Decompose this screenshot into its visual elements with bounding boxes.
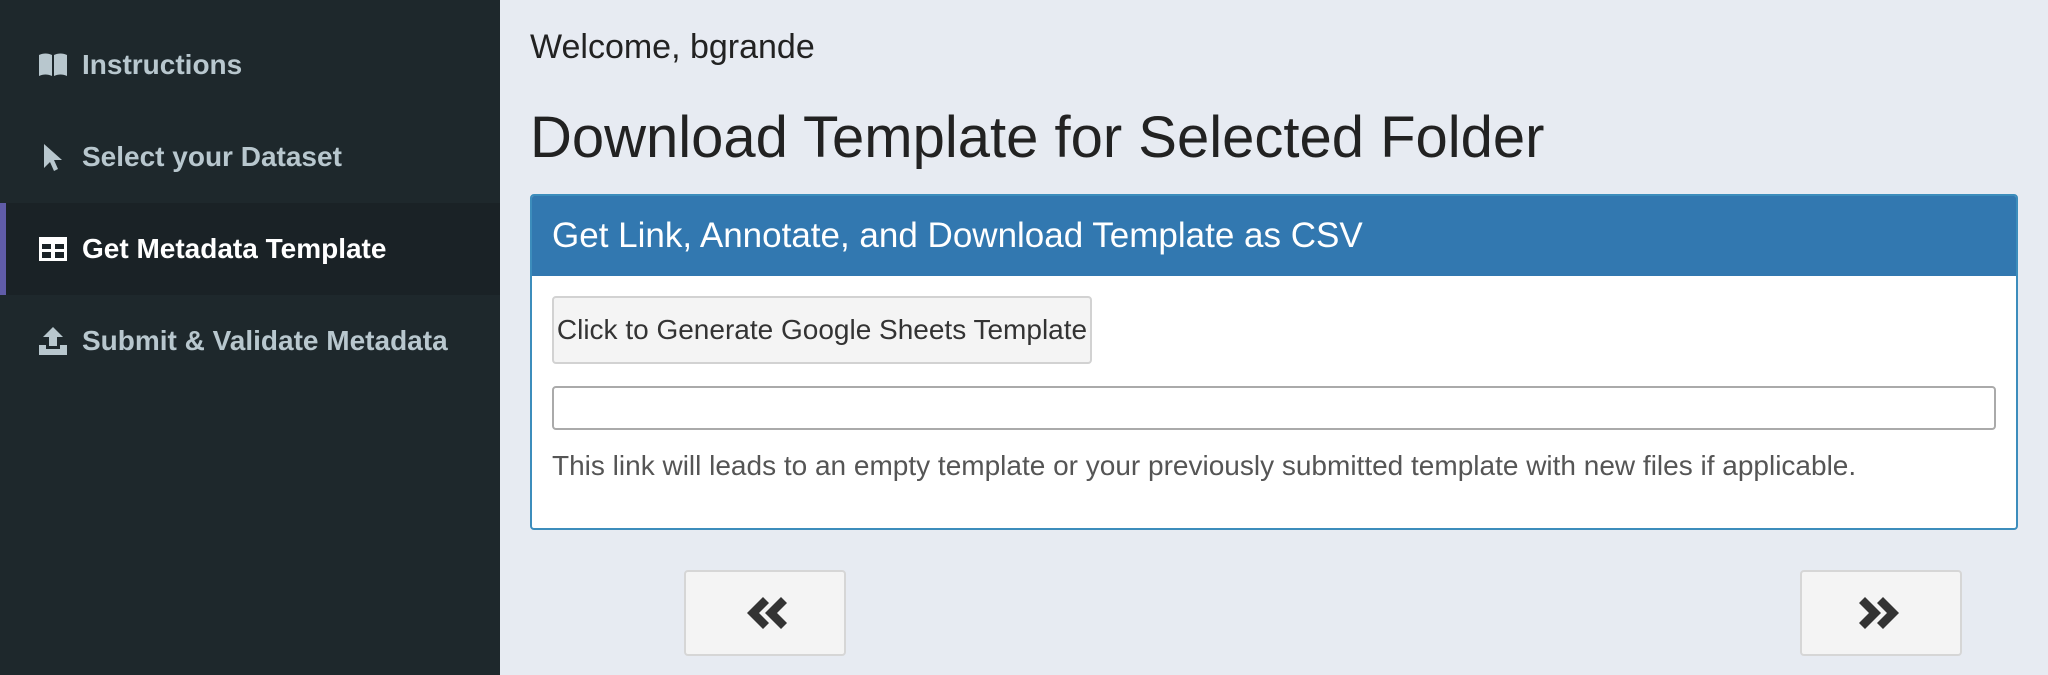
sidebar: Instructions Select your Dataset Get Met… [0, 0, 500, 675]
page-title: Download Template for Selected Folder [530, 105, 1545, 170]
mouse-pointer-icon [36, 140, 70, 174]
generate-template-button[interactable]: Click to Generate Google Sheets Template [552, 296, 1092, 364]
sidebar-item-label: Get Metadata Template [82, 233, 387, 264]
upload-icon [36, 324, 70, 358]
template-box: Get Link, Annotate, and Download Templat… [530, 194, 2018, 530]
welcome-text: Welcome, bgrande [530, 28, 815, 66]
angle-double-left-icon [747, 597, 787, 629]
previous-button[interactable] [684, 570, 846, 656]
box-header: Get Link, Annotate, and Download Templat… [532, 196, 2016, 276]
sidebar-item-instructions[interactable]: Instructions [0, 19, 500, 111]
next-button[interactable] [1800, 570, 1962, 656]
sidebar-item-label: Select your Dataset [82, 141, 342, 172]
sidebar-item-submit-validate[interactable]: Submit & Validate Metadata [0, 295, 500, 387]
table-icon [36, 232, 70, 266]
main-content: Welcome, bgrande Download Template for S… [500, 0, 2048, 675]
sidebar-item-label: Instructions [82, 49, 243, 80]
template-link-field[interactable] [552, 386, 1996, 430]
angle-double-right-icon [1859, 597, 1899, 629]
sidebar-item-select-dataset[interactable]: Select your Dataset [0, 111, 500, 203]
help-text: This link will leads to an empty templat… [552, 450, 1857, 481]
book-open-icon [36, 48, 70, 82]
sidebar-item-label: Submit & Validate Metadata [82, 325, 448, 356]
sidebar-item-get-metadata-template[interactable]: Get Metadata Template [0, 203, 500, 295]
